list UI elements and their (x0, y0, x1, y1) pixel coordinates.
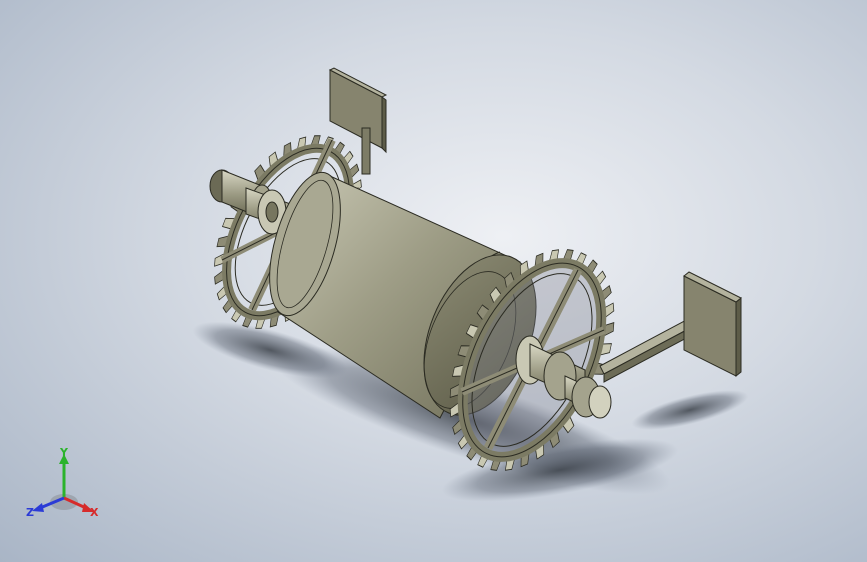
front-mounting-bracket[interactable] (599, 271, 742, 383)
graphics-viewport[interactable]: Y X Z (0, 0, 867, 562)
orientation-triad: Y X Z (26, 446, 99, 519)
model-assembly[interactable] (0, 0, 867, 562)
z-axis-label: Z (26, 506, 34, 519)
y-axis-label: Y (59, 446, 69, 459)
x-axis-label: X (90, 506, 99, 519)
